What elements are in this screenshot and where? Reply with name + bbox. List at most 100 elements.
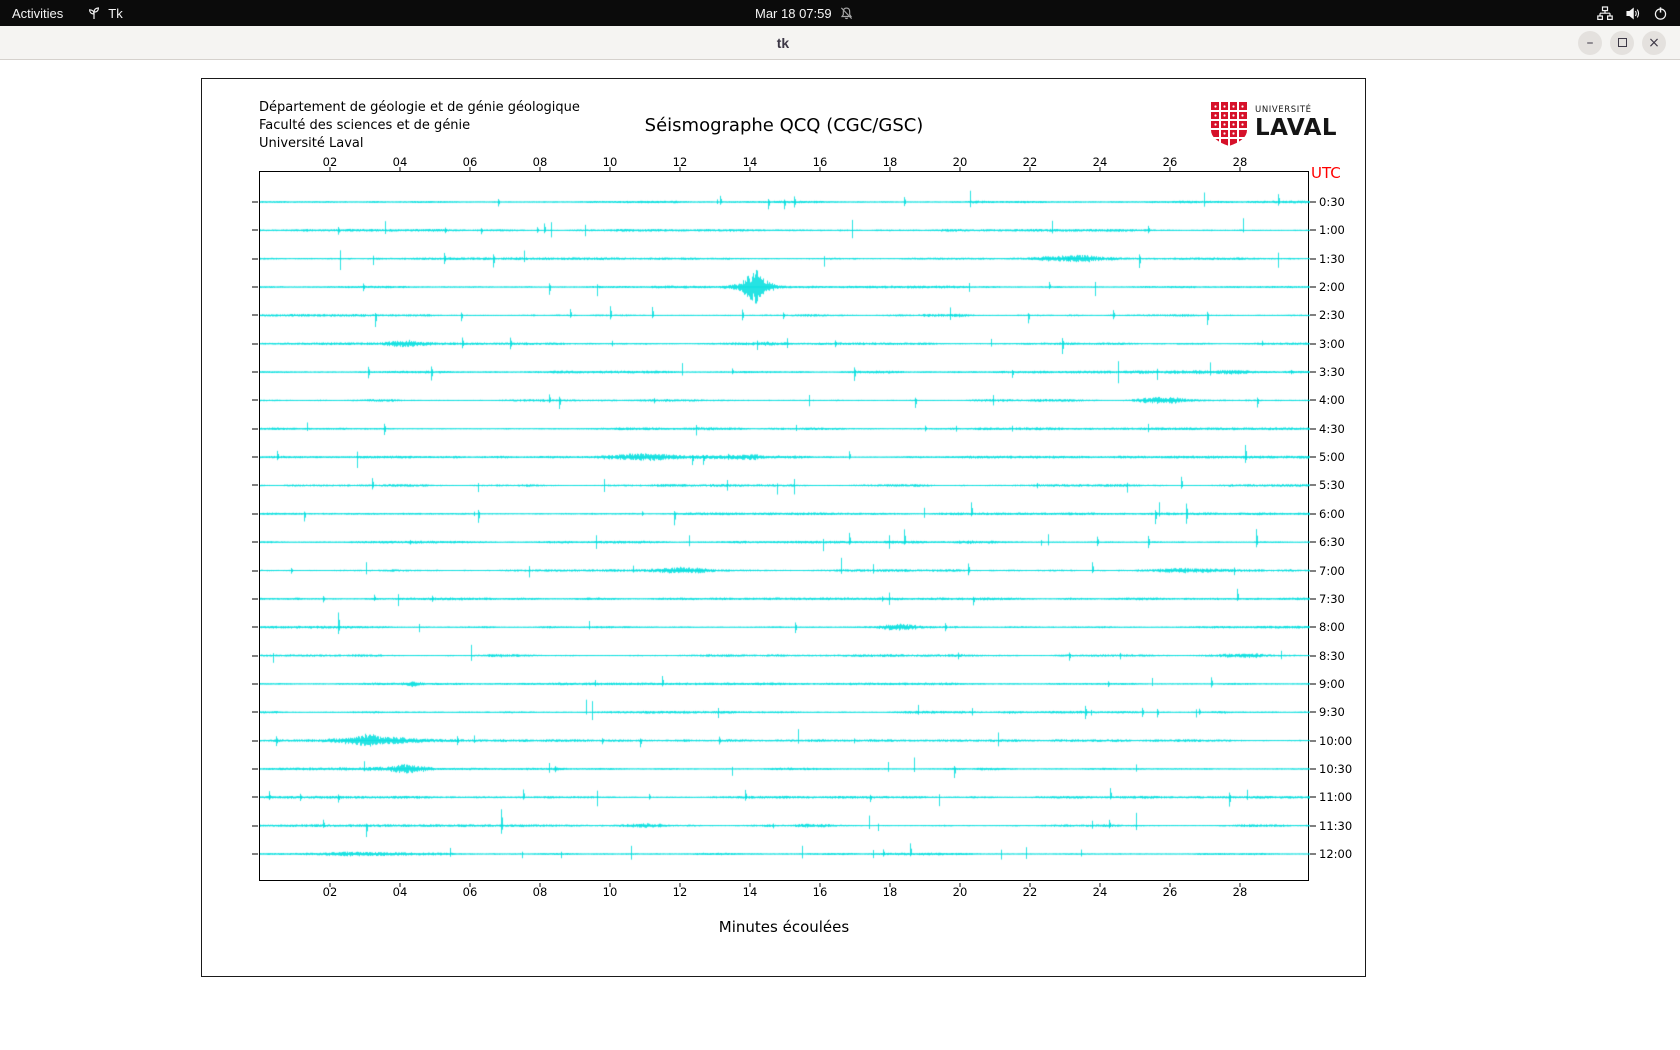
- time-label: 11:30: [1319, 818, 1353, 833]
- right-tick-mark: [1310, 598, 1316, 600]
- laval-logo: UNIVERSITÉ LAVAL: [1210, 101, 1337, 151]
- left-tick-mark: [252, 371, 258, 373]
- left-tick-mark: [252, 655, 258, 657]
- header-line-2: Faculté des sciences et de génie: [259, 118, 471, 133]
- x-tick-mark-top: [539, 167, 541, 171]
- window-controls: – ×: [1578, 30, 1666, 55]
- left-tick-mark: [252, 343, 258, 345]
- laval-logo-text: UNIVERSITÉ LAVAL: [1255, 101, 1337, 140]
- x-tick-mark-top: [959, 167, 961, 171]
- time-label: 0:30: [1319, 195, 1345, 209]
- x-tick-label-bottom: 04: [392, 885, 408, 899]
- x-tick-mark-bottom: [1239, 883, 1241, 887]
- close-button[interactable]: ×: [1642, 30, 1666, 55]
- x-tick-mark-top: [1169, 167, 1171, 171]
- left-tick-mark: [252, 314, 258, 316]
- x-tick-label-bottom: 24: [1092, 885, 1108, 899]
- x-tick-mark-top: [469, 167, 471, 171]
- time-label: 7:00: [1319, 563, 1345, 578]
- time-label: 8:30: [1319, 648, 1345, 663]
- right-tick-mark: [1310, 428, 1316, 430]
- minimize-button[interactable]: –: [1578, 30, 1602, 55]
- x-tick-label-bottom: 26: [1162, 885, 1178, 899]
- seismogram-traces: [260, 172, 1310, 882]
- left-tick-mark: [252, 399, 258, 401]
- left-tick-mark: [252, 258, 258, 260]
- time-label: 5:30: [1319, 478, 1345, 493]
- x-tick-label-bottom: 28: [1232, 885, 1248, 899]
- close-icon: ×: [1648, 34, 1660, 51]
- time-label: 4:00: [1319, 393, 1345, 408]
- x-tick-mark-top: [1099, 167, 1101, 171]
- x-tick-mark-top: [609, 167, 611, 171]
- header-line-1: Département de géologie et de génie géol…: [259, 100, 580, 115]
- window-titlebar[interactable]: tk – ×: [0, 26, 1680, 60]
- time-label: 11:00: [1319, 790, 1353, 805]
- time-label: 9:00: [1319, 676, 1345, 691]
- app-indicator-label: Tk: [108, 5, 123, 21]
- laval-crest-icon: [1210, 101, 1248, 151]
- right-tick-mark: [1310, 371, 1316, 373]
- left-tick-mark: [252, 768, 258, 770]
- right-tick-mark: [1310, 343, 1316, 345]
- system-menu[interactable]: [1585, 0, 1680, 26]
- right-tick-mark: [1310, 456, 1316, 458]
- maximize-button[interactable]: [1610, 30, 1634, 55]
- x-tick-label-bottom: 22: [1022, 885, 1038, 899]
- x-tick-mark-bottom: [679, 883, 681, 887]
- time-label: 7:30: [1319, 591, 1345, 606]
- app-indicator[interactable]: Tk: [75, 0, 134, 26]
- x-tick-mark-top: [1239, 167, 1241, 171]
- x-tick-mark-bottom: [399, 883, 401, 887]
- right-tick-mark: [1310, 484, 1316, 486]
- left-tick-mark: [252, 570, 258, 572]
- x-tick-mark-bottom: [609, 883, 611, 887]
- activities-button[interactable]: Activities: [0, 0, 75, 26]
- window-title: tk: [776, 34, 790, 51]
- x-axis-title: Minutes écoulées: [718, 918, 850, 936]
- left-tick-mark: [252, 456, 258, 458]
- left-tick-mark: [252, 683, 258, 685]
- x-tick-mark-top: [889, 167, 891, 171]
- x-tick-label-bottom: 06: [462, 885, 478, 899]
- right-tick-mark: [1310, 570, 1316, 572]
- right-tick-mark: [1310, 513, 1316, 515]
- x-tick-mark-bottom: [539, 883, 541, 887]
- left-tick-mark: [252, 201, 258, 203]
- topbar-right: [1585, 0, 1680, 26]
- right-tick-mark: [1310, 201, 1316, 203]
- right-tick-mark: [1310, 768, 1316, 770]
- time-label: 4:30: [1319, 421, 1345, 436]
- x-tick-mark-top: [819, 167, 821, 171]
- x-tick-mark-bottom: [889, 883, 891, 887]
- x-tick-mark-bottom: [1029, 883, 1031, 887]
- x-tick-mark-top: [399, 167, 401, 171]
- clock-label: Mar 18 07:59: [755, 5, 832, 21]
- time-label: 9:30: [1319, 705, 1345, 720]
- time-label: 10:00: [1319, 733, 1353, 748]
- x-tick-mark-bottom: [819, 883, 821, 887]
- left-tick-mark: [252, 796, 258, 798]
- right-tick-mark: [1310, 825, 1316, 827]
- x-tick-mark-top: [679, 167, 681, 171]
- clock-button[interactable]: Mar 18 07:59: [743, 0, 866, 26]
- laval-logo-laval: LAVAL: [1255, 115, 1338, 141]
- x-tick-mark-top: [329, 167, 331, 171]
- left-tick-mark: [252, 740, 258, 742]
- left-tick-mark: [252, 229, 258, 231]
- right-tick-mark: [1310, 399, 1316, 401]
- x-tick-label-bottom: 08: [532, 885, 548, 899]
- power-icon: [1653, 6, 1668, 21]
- left-tick-mark: [252, 513, 258, 515]
- seismograph-panel: Département de géologie et de génie géol…: [201, 78, 1366, 977]
- x-tick-label-bottom: 10: [602, 885, 618, 899]
- x-tick-mark-bottom: [1169, 883, 1171, 887]
- time-label: 3:00: [1319, 336, 1345, 351]
- right-tick-mark: [1310, 258, 1316, 260]
- bell-muted-icon: [839, 6, 854, 21]
- time-label: 8:00: [1319, 620, 1345, 635]
- left-tick-mark: [252, 428, 258, 430]
- x-tick-mark-bottom: [749, 883, 751, 887]
- minimize-icon: –: [1586, 34, 1594, 51]
- left-tick-mark: [252, 541, 258, 543]
